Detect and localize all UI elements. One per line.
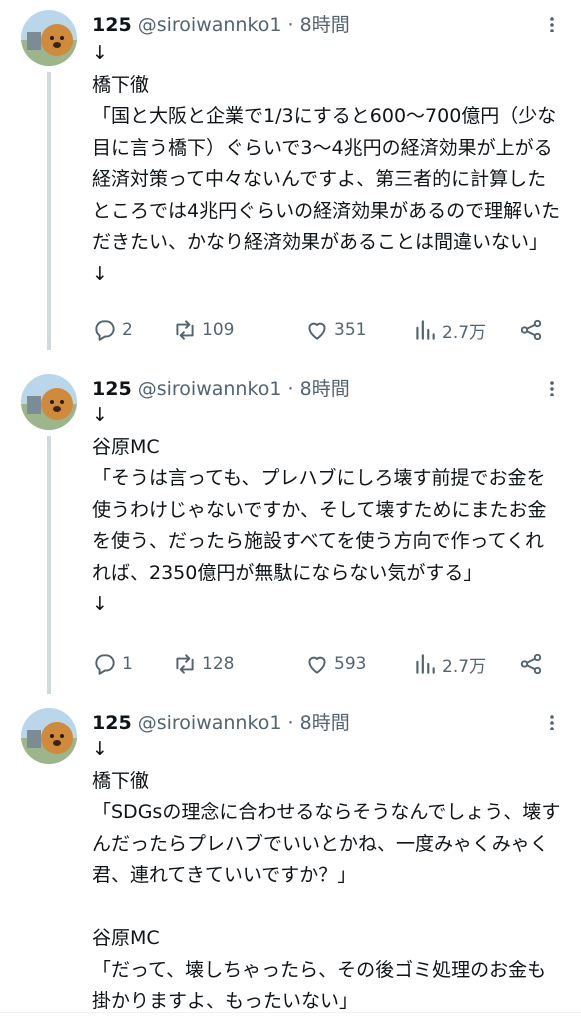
retweet-icon xyxy=(176,320,194,340)
views-icon xyxy=(416,654,435,674)
avatar[interactable] xyxy=(21,10,77,66)
timestamp[interactable]: · 8時間 xyxy=(288,14,350,36)
retweet-button[interactable]: 109 xyxy=(172,315,234,345)
views-button[interactable]: 2.7万 xyxy=(412,649,486,679)
like-icon xyxy=(308,322,326,340)
avatar[interactable] xyxy=(21,708,77,764)
tweet-header: 125 @siroiwannko1 · 8時間 xyxy=(92,708,350,734)
reply-icon xyxy=(95,654,115,675)
like-count: 593 xyxy=(334,654,367,674)
like-count: 351 xyxy=(334,320,367,340)
thread-line xyxy=(47,436,51,694)
share-button[interactable] xyxy=(518,649,544,679)
share-icon xyxy=(520,319,542,341)
like-button[interactable]: 351 xyxy=(304,315,366,345)
tweet[interactable]: 125 @siroiwannko1 · 8時間 ↓ 谷原MC 「そうは言っても、… xyxy=(0,374,581,694)
action-bar: 1 128 593 2.7万 xyxy=(92,649,562,679)
views-count: 2.7万 xyxy=(442,656,487,677)
display-name[interactable]: 125 xyxy=(92,712,132,734)
reply-count: 1 xyxy=(122,654,133,674)
action-bar: 2 109 351 2.7万 xyxy=(92,315,562,345)
timestamp[interactable]: · 8時間 xyxy=(288,378,350,400)
username[interactable]: @siroiwannko1 xyxy=(138,14,282,36)
more-icon[interactable] xyxy=(540,380,564,397)
views-icon xyxy=(416,320,435,340)
tweet-header: 125 @siroiwannko1 · 8時間 xyxy=(92,374,350,400)
tweet[interactable]: 125 @siroiwannko1 · 8時間 ↓ 橋下徹 「SDGsの理念に合… xyxy=(0,708,581,1012)
tweet[interactable]: 125 @siroiwannko1 · 8時間 ↓ 橋下徹 「国と大阪と企業で1… xyxy=(0,10,581,350)
like-button[interactable]: 593 xyxy=(304,649,366,679)
like-icon xyxy=(308,656,326,674)
tweet-text: ↓ 橋下徹 「国と大阪と企業で1/3にすると600〜700億円（少な目に言う橋下… xyxy=(92,42,561,285)
share-icon xyxy=(520,653,542,675)
username[interactable]: @siroiwannko1 xyxy=(138,712,282,734)
avatar[interactable] xyxy=(21,374,77,430)
retweet-count: 109 xyxy=(202,320,235,340)
more-icon[interactable] xyxy=(540,16,564,33)
reply-button[interactable]: 1 xyxy=(92,649,133,679)
retweet-icon xyxy=(176,654,194,674)
divider xyxy=(0,1012,581,1013)
reply-button[interactable]: 2 xyxy=(92,315,133,345)
display-name[interactable]: 125 xyxy=(92,14,132,36)
tweet-header: 125 @siroiwannko1 · 8時間 xyxy=(92,10,350,36)
thread-line xyxy=(47,72,51,350)
views-button[interactable]: 2.7万 xyxy=(412,315,486,345)
tweet-text: ↓ 谷原MC 「そうは言っても、プレハブにしろ壊す前提でお金を使うわけじゃないで… xyxy=(92,404,547,615)
retweet-button[interactable]: 128 xyxy=(172,649,234,679)
reply-count: 2 xyxy=(122,320,133,340)
display-name[interactable]: 125 xyxy=(92,378,132,400)
views-count: 2.7万 xyxy=(442,322,487,343)
retweet-count: 128 xyxy=(202,654,235,674)
more-icon[interactable] xyxy=(540,714,564,731)
timestamp[interactable]: · 8時間 xyxy=(288,712,350,734)
share-button[interactable] xyxy=(518,315,544,345)
reply-icon xyxy=(95,320,115,341)
tweet-text: ↓ 橋下徹 「SDGsの理念に合わせるならそうなんでしょう、壊すんだったらプレハ… xyxy=(92,738,561,1012)
username[interactable]: @siroiwannko1 xyxy=(138,378,282,400)
